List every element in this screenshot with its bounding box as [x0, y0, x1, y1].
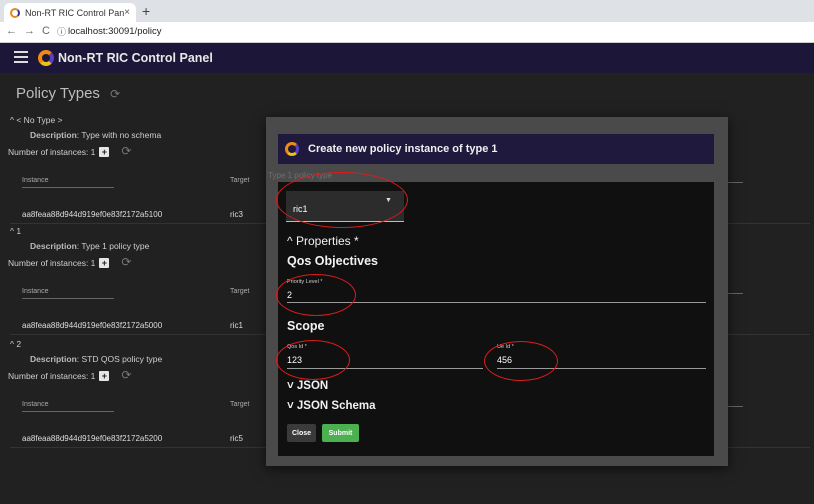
dialog-title: Create new policy instance of type 1 — [308, 143, 498, 155]
description-text: : Type with no schema — [76, 130, 162, 140]
browser-tab-bar: Non-RT RIC Control Panel × + — [0, 0, 814, 22]
address-bar: ← → C ⓘ localhost:30091/policy — [0, 22, 814, 43]
description-text: : Type 1 policy type — [76, 241, 150, 251]
policy-type-description: Description: Type 1 policy type — [30, 241, 149, 251]
back-icon[interactable]: ← — [6, 25, 17, 37]
json-toggle[interactable]: ˅ JSON — [287, 380, 328, 392]
instance-count-label: Number of instances: 1 — [8, 147, 96, 157]
description-label: Description — [30, 130, 77, 140]
policy-type-header[interactable]: ^ 2 — [10, 339, 21, 349]
refresh-icon[interactable]: ⟳ — [110, 87, 120, 101]
page-title-text: Policy Types — [16, 85, 100, 102]
instance-count-label: Number of instances: 1 — [8, 371, 96, 381]
site-info-icon[interactable]: ⓘ — [57, 25, 66, 38]
dialog-logo — [285, 142, 299, 156]
table-row-target: ric1 — [230, 321, 243, 330]
instance-count: Number of instances: 1 + ⟳ — [8, 144, 131, 158]
app-logo — [38, 50, 54, 66]
column-header-target[interactable]: Target — [230, 177, 249, 184]
json-schema-toggle[interactable]: ˅ JSON Schema — [287, 400, 376, 412]
favicon-icon — [10, 7, 20, 18]
browser-tab-title: Non-RT RIC Control Panel — [25, 7, 125, 18]
instance-count: Number of instances: 1 + ⟳ — [8, 368, 131, 382]
app-toolbar: Non-RT RIC Control Panel — [0, 43, 814, 73]
table-row-instance[interactable]: aa8feaa88d944d919ef0e83f2172a5200 — [22, 434, 162, 443]
annotation-oval-qos-id — [276, 340, 350, 380]
url-input[interactable]: localhost:30091/policy — [68, 26, 161, 37]
app-title: Non-RT RIC Control Panel — [58, 51, 213, 65]
refresh-instances-icon[interactable]: ⟳ — [121, 368, 131, 382]
add-instance-icon[interactable]: + — [99, 147, 110, 157]
page-title: Policy Types ⟳ — [16, 85, 120, 102]
policy-type-description: Description: STD QOS policy type — [30, 354, 162, 364]
dialog-header: Create new policy instance of type 1 — [278, 134, 714, 164]
table-row-target: ric5 — [230, 434, 243, 443]
annotation-oval-priority — [276, 274, 356, 316]
table-row-instance[interactable]: aa8feaa88d944d919ef0e83f2172a5100 — [22, 210, 162, 219]
instance-count-label: Number of instances: 1 — [8, 258, 96, 268]
close-button[interactable]: Close — [287, 424, 316, 442]
description-label: Description — [30, 354, 77, 364]
annotation-oval-ue-id — [484, 341, 558, 381]
forward-icon[interactable]: → — [24, 25, 35, 37]
policy-type-header[interactable]: ^ 1 — [10, 226, 21, 236]
annotation-oval-target — [276, 172, 408, 228]
refresh-instances-icon[interactable]: ⟳ — [121, 255, 131, 269]
instance-count: Number of instances: 1 + ⟳ — [8, 255, 131, 269]
tab-close-icon[interactable]: × — [124, 7, 130, 18]
column-header-target[interactable]: Target — [230, 401, 249, 408]
reload-icon[interactable]: C — [42, 25, 50, 37]
new-tab-button[interactable]: + — [142, 3, 150, 19]
refresh-instances-icon[interactable]: ⟳ — [121, 144, 131, 158]
column-header-instance[interactable]: Instance — [22, 288, 114, 299]
properties-toggle[interactable]: ^ Properties * — [287, 234, 359, 248]
add-instance-icon[interactable]: + — [99, 371, 110, 381]
browser-tab[interactable]: Non-RT RIC Control Panel × — [4, 3, 136, 22]
policy-type-header[interactable]: ^ < No Type > — [10, 115, 63, 125]
add-instance-icon[interactable]: + — [99, 258, 110, 268]
table-row-instance[interactable]: aa8feaa88d944d919ef0e83f2172a5000 — [22, 321, 162, 330]
description-label: Description — [30, 241, 77, 251]
scope-heading: Scope — [287, 319, 325, 333]
menu-icon[interactable] — [14, 51, 28, 63]
qos-objectives-heading: Qos Objectives — [287, 254, 379, 268]
column-header-instance[interactable]: Instance — [22, 401, 114, 412]
column-header-target[interactable]: Target — [230, 288, 249, 295]
description-text: : STD QOS policy type — [76, 354, 163, 364]
column-header-instance[interactable]: Instance — [22, 177, 114, 188]
policy-type-description: Description: Type with no schema — [30, 130, 161, 140]
table-row-target: ric3 — [230, 210, 243, 219]
submit-button[interactable]: Submit — [322, 424, 359, 442]
